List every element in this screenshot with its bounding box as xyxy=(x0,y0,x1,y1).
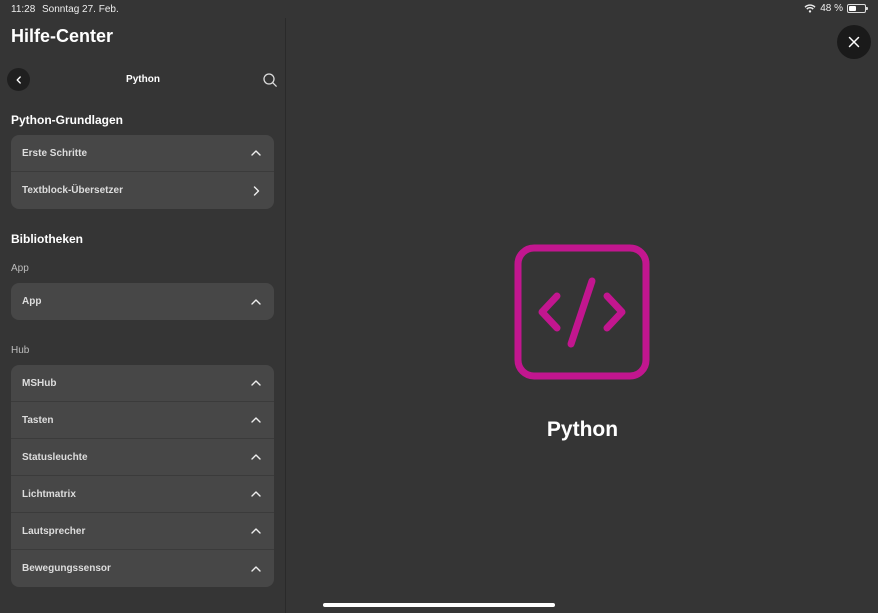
chevron-up-icon xyxy=(250,451,262,463)
list-item-erste-schritte[interactable]: Erste Schritte xyxy=(11,135,274,172)
list-item-lichtmatrix[interactable]: Lichtmatrix xyxy=(11,476,274,513)
list-item-textblock-uebersetzer[interactable]: Textblock-Übersetzer xyxy=(11,172,274,209)
status-bar: 11:28 Sonntag 27. Feb. 48 % xyxy=(0,0,878,18)
battery-percent: 48 % xyxy=(820,3,843,14)
list-item-label: Statusleuchte xyxy=(22,451,88,463)
wifi-icon xyxy=(804,4,816,13)
list-item-app[interactable]: App xyxy=(11,283,274,320)
subsection-label-hub: Hub xyxy=(11,345,30,356)
chevron-up-icon xyxy=(250,525,262,537)
nav-title: Python xyxy=(126,74,160,85)
main-panel: Python xyxy=(287,18,878,613)
subsection-label-app: App xyxy=(11,263,29,274)
list-item-label: MSHub xyxy=(22,377,57,389)
list-item-statusleuchte[interactable]: Statusleuchte xyxy=(11,439,274,476)
chevron-up-icon xyxy=(250,377,262,389)
close-icon xyxy=(848,36,860,48)
section-title-basics: Python-Grundlagen xyxy=(11,113,123,127)
list-item-lautsprecher[interactable]: Lautsprecher xyxy=(11,513,274,550)
list-item-bewegungssensor[interactable]: Bewegungssensor xyxy=(11,550,274,587)
list-item-label: Tasten xyxy=(22,414,54,426)
help-sidebar: Hilfe-Center Python Python-Grundlagen Er… xyxy=(0,18,286,613)
home-indicator[interactable] xyxy=(323,603,555,607)
page-title: Hilfe-Center xyxy=(11,26,114,46)
list-item-tasten[interactable]: Tasten xyxy=(11,402,274,439)
status-indicators: 48 % xyxy=(804,3,868,14)
status-date: Sonntag 27. Feb. xyxy=(42,4,119,15)
chevron-up-icon xyxy=(250,563,262,575)
basics-group: Erste Schritte Textblock-Übersetzer xyxy=(11,135,274,209)
close-button[interactable] xyxy=(837,25,871,59)
chevron-up-icon xyxy=(250,296,262,308)
chevron-up-icon xyxy=(250,488,262,500)
sidebar-nav-bar: Python xyxy=(0,68,286,92)
search-button[interactable] xyxy=(262,72,278,88)
chevron-right-icon xyxy=(250,185,262,197)
battery-icon xyxy=(847,4,868,13)
list-item-label: Textblock-Übersetzer xyxy=(22,185,123,196)
hub-group: MSHub Tasten Statusleuchte Lichtmatrix L… xyxy=(11,365,274,587)
list-item-mshub[interactable]: MSHub xyxy=(11,365,274,402)
list-item-label: Erste Schritte xyxy=(22,147,88,159)
code-icon xyxy=(514,244,650,380)
app-group: App xyxy=(11,283,274,320)
chevron-up-icon xyxy=(250,414,262,426)
search-icon xyxy=(263,73,277,87)
list-item-label: Lautsprecher xyxy=(22,525,86,537)
main-title: Python xyxy=(546,418,619,441)
list-item-label: Bewegungssensor xyxy=(22,563,111,574)
chevron-up-icon xyxy=(250,147,262,159)
status-time: 11:28 xyxy=(11,4,36,15)
section-title-libraries: Bibliotheken xyxy=(11,232,84,246)
list-item-label: Lichtmatrix xyxy=(22,488,76,500)
list-item-label: App xyxy=(22,296,42,307)
